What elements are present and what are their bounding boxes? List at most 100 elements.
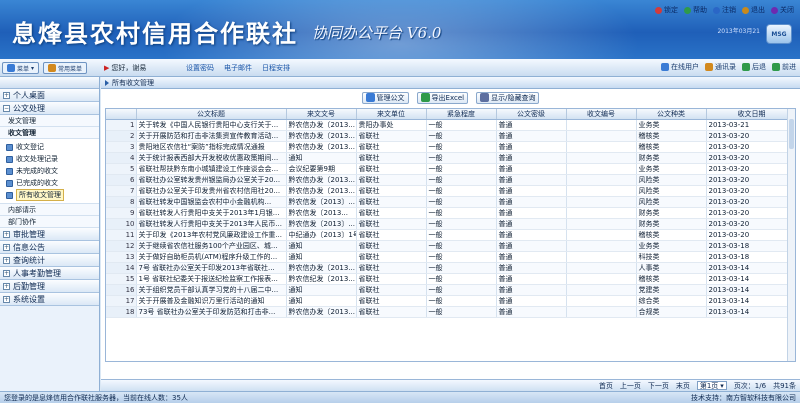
title-cell[interactable]: 关于组织党员干部认真学习党的十八届二中... [136, 284, 287, 296]
title-cell[interactable]: 关于继续省农信社服务100个产业园区、城... [136, 240, 287, 252]
close-link[interactable]: 关闭 [771, 5, 794, 15]
column-header[interactable]: 公文种类 [636, 109, 707, 120]
prev-page-link[interactable]: 上一页 [620, 381, 641, 391]
column-header[interactable]: 紧急程度 [426, 109, 497, 120]
table-row[interactable]: 1 关于转发《中国人民银行贵阳中心支行关于... 黔农信办发〔2013... 贵阳办事… [106, 119, 795, 131]
export-excel-button[interactable]: 导出Excel [416, 91, 469, 104]
expand-icon: + [3, 91, 10, 99]
row-number: 11 [106, 229, 137, 241]
title-cell[interactable]: 关于统计报表西部大开发税收优惠政策期间... [136, 152, 287, 164]
table-row[interactable]: 8 省联社转发中国银监会农村中小金融机构... 黔农信发〔2013〕... 省联社 一般… [106, 196, 795, 208]
unit-cell: 省联社 [356, 174, 427, 186]
manage-doc-button[interactable]: 管理公文 [361, 91, 409, 104]
table-row[interactable]: 5 省联社帮扶黔东南小城镇建设工作座谈会会... 会议纪要第9期 省联社 一般 普通 业务类… [106, 163, 795, 175]
unit-cell: 省联社 [356, 196, 427, 208]
sidebar-section-logistics[interactable]: + 后勤管理 [0, 280, 99, 293]
address-book-button[interactable]: 通讯录 [705, 62, 736, 72]
table-row[interactable]: 16 关于组织党员干部认真学习党的十八届二中... 通知 省联社 一般 普通 党建类 2013… [106, 284, 795, 296]
sidebar-item-unfinished[interactable]: 未完成的收文 [0, 165, 99, 177]
table-row[interactable]: 3 贵阳地区农信社“案防”指标完成情况通报 黔农信办发〔2013... 省联社 一般 普通… [106, 141, 795, 153]
column-header[interactable]: 来文文号 [286, 109, 357, 120]
title-cell[interactable]: 省联社帮扶黔东南小城镇建设工作座谈会会... [136, 163, 287, 175]
title-cell[interactable]: 贵阳地区农信社“案防”指标完成情况通报 [136, 141, 287, 153]
page-select[interactable]: 第1页 ▾ [696, 381, 727, 390]
title-cell[interactable]: 7号 省联社办公室关于印发2013年省联社... [136, 262, 287, 274]
sidebar-item-register[interactable]: 收文登记 [0, 141, 99, 153]
table-row[interactable]: 2 关于开展防范和打击非法集资宣传教育活动... 黔农信办发〔2013... 省联社一… [106, 130, 795, 142]
title-cell[interactable]: 省联社转发人行贵阳中支关于2013年1月银... [136, 207, 287, 219]
expand-icon: + [3, 282, 10, 290]
table-row[interactable]: 18 73号 省联社办公室关于印发防范和打击非... 黔农信办发〔2013... 省联… [106, 306, 795, 318]
back-button[interactable]: 后退 [742, 62, 766, 72]
message-button[interactable]: MSG [766, 24, 792, 44]
title-cell[interactable]: 关于开展防范和打击非法集资宣传教育活动... [136, 130, 287, 142]
sidebar-section-announcements[interactable]: + 信息公告 [0, 241, 99, 254]
title-cell[interactable]: 关于做好自助柜员机(ATM)程序升级工作的... [136, 251, 287, 263]
table-row[interactable]: 14 7号 省联社办公室关于印发2013年省联社... 黔农信办发〔2013... 省… [106, 262, 795, 274]
arrow-icon: ▶ [104, 64, 110, 72]
title-cell[interactable]: 关于转发《中国人民银行贵阳中心支行关于... [136, 119, 287, 131]
table-row[interactable]: 17 关于开展普及金融知识万里行活动的通知 通知 省联社 一般 普通 综合类 2013-03-… [106, 295, 795, 307]
row-number: 8 [106, 196, 137, 208]
sidebar-sub-incoming[interactable]: 收文管理 [0, 127, 99, 139]
logout-link[interactable]: 注销 [713, 5, 736, 15]
sidebar-section-query-stats[interactable]: + 查询统计 [0, 254, 99, 267]
table-row[interactable]: 9 省联社转发人行贵阳中支关于2013年1月银... 黔农信发〔2013... 省联社… [106, 207, 795, 219]
security-cell: 普通 [496, 306, 567, 318]
sidebar-section-hr-attendance[interactable]: + 人事考勤管理 [0, 267, 99, 280]
sidebar-section-personal-desktop[interactable]: + 个人桌面 [0, 89, 99, 102]
unit-cell: 省联社 [356, 273, 427, 285]
lock-link[interactable]: 锁定 [655, 5, 678, 15]
first-page-link[interactable]: 首页 [599, 381, 613, 391]
sidebar-section-approval[interactable]: + 审批管理 [0, 228, 99, 241]
vertical-scrollbar[interactable] [787, 109, 795, 361]
title-cell[interactable]: 省联社转发人行贵阳中支关于2013年人民币... [136, 218, 287, 230]
column-header[interactable]: 收文编号 [566, 109, 637, 120]
title-cell[interactable]: 1号 省联社纪委关于报送纪检监察工作报表... [136, 273, 287, 285]
common-menu-button[interactable]: 常用菜单 [43, 62, 88, 74]
table-row[interactable]: 12 关于继续省农信社服务100个产业园区、城... 通知 省联社 一般 普通 业务类 201… [106, 240, 795, 252]
column-header[interactable]: 公文标题 [136, 109, 287, 120]
title-cell[interactable]: 省联社办公室关于印发贵州省农村信用社20... [136, 185, 287, 197]
sidebar-item-finished[interactable]: 已完成的收文 [0, 177, 99, 189]
title-cell[interactable]: 73号 省联社办公室关于印发防范和打击非... [136, 306, 287, 318]
scroll-thumb[interactable] [789, 119, 794, 149]
toggle-search-button[interactable]: 显示/隐藏查询 [476, 91, 540, 104]
menu-button[interactable]: 菜单 ▾ [2, 62, 40, 74]
last-page-link[interactable]: 末页 [676, 381, 690, 391]
category-cell: 稽核类 [636, 273, 707, 285]
date-cell: 2013-03-14 [706, 295, 795, 307]
table-row[interactable]: 7 省联社办公室关于印发贵州省农村信用社20... 黔农信办发〔2013... 省联社… [106, 185, 795, 197]
table-row[interactable]: 15 1号 省联社纪委关于报送纪检监察工作报表... 黔农信纪发〔2013... 省联… [106, 273, 795, 285]
sidebar-section-document-processing[interactable]: − 公文处理 [0, 102, 99, 115]
sidebar-item-records[interactable]: 收文处理记录 [0, 153, 99, 165]
title-cell[interactable]: 关于印发《2013年农村党风廉政建设工作重... [136, 229, 287, 241]
column-header[interactable]: 收文日期 [706, 109, 795, 120]
sidebar-item-all-incoming[interactable]: 所有收文管理 [0, 189, 99, 201]
menu-email[interactable]: 电子邮件 [224, 63, 252, 73]
table-row[interactable]: 4 关于统计报表西部大开发税收优惠政策期间... 通知 省联社 一般 普通 财务类 2013-… [106, 152, 795, 164]
column-header[interactable]: 公文密级 [496, 109, 567, 120]
table-row[interactable]: 11 关于印发《2013年农村党风廉政建设工作重... 中纪通办〔2013〕1号 省联… [106, 229, 795, 241]
table-row[interactable]: 13 关于做好自助柜员机(ATM)程序升级工作的... 通知 省联社 一般 普通 科技类 20… [106, 251, 795, 263]
table-row[interactable]: 6 省联社办公室转发贵州银监局办公室关于20... 黔农信办发〔2013... 省联社… [106, 174, 795, 186]
table-row[interactable]: 10 省联社转发人行贵阳中支关于2013年人民币... 黔农信发〔2013〕... 省… [106, 218, 795, 230]
column-header[interactable]: 来文单位 [356, 109, 427, 120]
menu-change-password[interactable]: 设置密码 [186, 63, 214, 73]
sidebar-sub-dept-collab[interactable]: 部门协作 [0, 216, 99, 228]
sidebar-section-system-settings[interactable]: + 系统设置 [0, 293, 99, 306]
menu-schedule[interactable]: 日程安排 [262, 63, 290, 73]
top-toolbar: 菜单 ▾ 常用菜单 ▶ 您好，谢易 设置密码 电子邮件 日程安排 在线用户 通讯录… [0, 59, 800, 77]
forward-button[interactable]: 前进 [772, 62, 796, 72]
help-link[interactable]: 帮助 [684, 5, 707, 15]
date-cell: 2013-03-14 [706, 273, 795, 285]
sidebar-sub-outgoing[interactable]: 发文管理 [0, 115, 99, 127]
title-cell[interactable]: 省联社转发中国银监会农村中小金融机构... [136, 196, 287, 208]
ref-cell: 通知 [286, 240, 357, 252]
exit-link[interactable]: 退出 [742, 5, 765, 15]
next-page-link[interactable]: 下一页 [648, 381, 669, 391]
sidebar-sub-internal-request[interactable]: 内部请示 [0, 204, 99, 216]
title-cell[interactable]: 省联社办公室转发贵州银监局办公室关于20... [136, 174, 287, 186]
online-users-button[interactable]: 在线用户 [661, 62, 699, 72]
title-cell[interactable]: 关于开展普及金融知识万里行活动的通知 [136, 295, 287, 307]
